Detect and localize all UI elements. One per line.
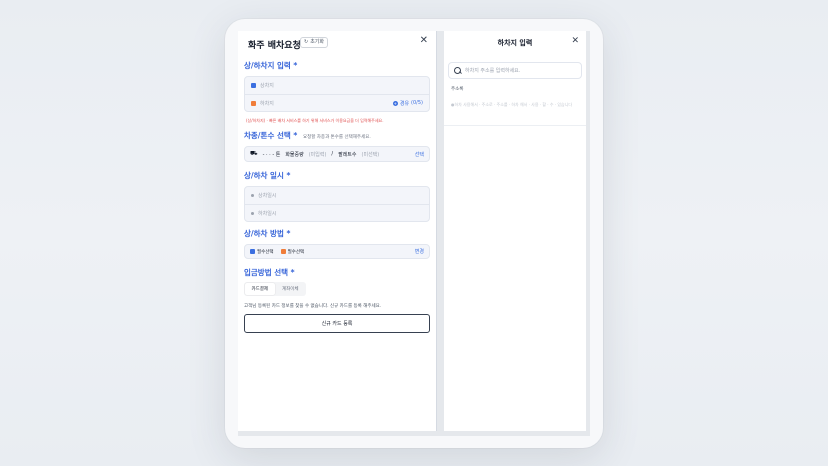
pickup-field[interactable]: 상차지	[245, 77, 429, 94]
pickup-time-field[interactable]: 상차일시	[245, 187, 429, 204]
method-box[interactable]: 필수선택 필수선택 변경	[244, 244, 430, 259]
page-title: 화주 배차요청	[248, 41, 301, 51]
right-panel-title: 하차지 입력	[497, 39, 533, 47]
dropoff-marker-icon	[280, 249, 286, 254]
truck-icon: ⛟	[250, 150, 258, 157]
load-address-box: 상차지 하차지 + 경유 (0/5)	[244, 76, 430, 112]
vehicle-select-button[interactable]: 선택	[415, 151, 424, 158]
register-card-button[interactable]: 신규 카드 등록	[244, 314, 430, 333]
dispatch-request-panel: 화주 배차요청 ↻ 초기화 ✕ 상/하차지 입력 * 상차지 하차지 + 경유 …	[238, 31, 437, 431]
payment-tabs: 카드결제 계좌이체	[244, 282, 306, 296]
dropoff-method: 필수선택	[280, 249, 304, 255]
bullet-icon	[251, 194, 254, 197]
address-search-input[interactable]: 하차지 주소를 입력하세요.	[448, 62, 582, 79]
panel-header: 화주 배차요청 ↻ 초기화 ✕	[238, 31, 436, 53]
tab-card[interactable]: 카드결제	[245, 283, 275, 295]
payment-notice: 고객님 등록된 카드 정보를 찾을 수 없습니다. 신규 카드를 등록 해주세요…	[244, 304, 382, 309]
tablet-frame: 화주 배차요청 ↻ 초기화 ✕ 상/하차지 입력 * 상차지 하차지 + 경유 …	[225, 19, 603, 448]
section-title-method: 상/하차 방법 *	[244, 229, 291, 238]
refresh-icon: ↻	[304, 39, 309, 45]
tab-transfer[interactable]: 계좌이체	[276, 283, 306, 295]
close-icon[interactable]: ✕	[420, 35, 428, 46]
vehicle-select-box[interactable]: ⛟ - · · - 톤 화물중량 (미입력) / 팔레트수 (미선택) 선택	[244, 146, 430, 162]
close-icon[interactable]: ✕	[571, 36, 579, 46]
dropoff-marker-icon	[251, 100, 256, 106]
section-title-schedule: 상/하차 일시 *	[244, 171, 291, 180]
load-warning: (상/하차지) · 빠른 배차 서비스를 하기 위해 서비스가 이용요금을 더 …	[246, 118, 384, 123]
add-via-button[interactable]: + 경유 (0/5)	[392, 100, 423, 107]
bullet-icon	[251, 211, 254, 215]
reset-label: 초기화	[310, 39, 325, 45]
section-title-vehicle: 차종/톤수 선택 * 요청할 차종과 톤수를 선택해주세요.	[244, 131, 371, 140]
search-icon	[454, 67, 461, 74]
tablet-screen: 화주 배차요청 ↻ 초기화 ✕ 상/하차지 입력 * 상차지 하차지 + 경유 …	[238, 31, 590, 436]
plus-icon: +	[392, 100, 398, 106]
section-title-payment: 입금방법 선택 *	[244, 268, 295, 277]
address-guide-text: ●하차 사용해서 · 주소로 · 주소를 · 하차 해서 · 사용 · 할 · …	[451, 102, 573, 107]
address-book-label: 주소록	[451, 87, 464, 92]
dropoff-field[interactable]: 하차지 + 경유 (0/5)	[245, 94, 429, 111]
dropoff-input-panel: 하차지 입력 ✕ 하차지 주소를 입력하세요. 주소록 ●하차 사용해서 · 주…	[444, 31, 586, 431]
schedule-box: 상차일시 하차일시	[244, 186, 430, 222]
pickup-method: 필수선택	[250, 249, 274, 255]
pickup-marker-icon	[250, 249, 255, 254]
divider	[444, 125, 586, 126]
reset-button[interactable]: ↻ 초기화	[300, 37, 329, 48]
section-title-load: 상/하차지 입력 *	[244, 61, 298, 70]
dropoff-time-field[interactable]: 하차일시	[245, 204, 429, 221]
method-change-button[interactable]: 변경	[415, 248, 424, 255]
pickup-marker-icon	[251, 83, 256, 88]
